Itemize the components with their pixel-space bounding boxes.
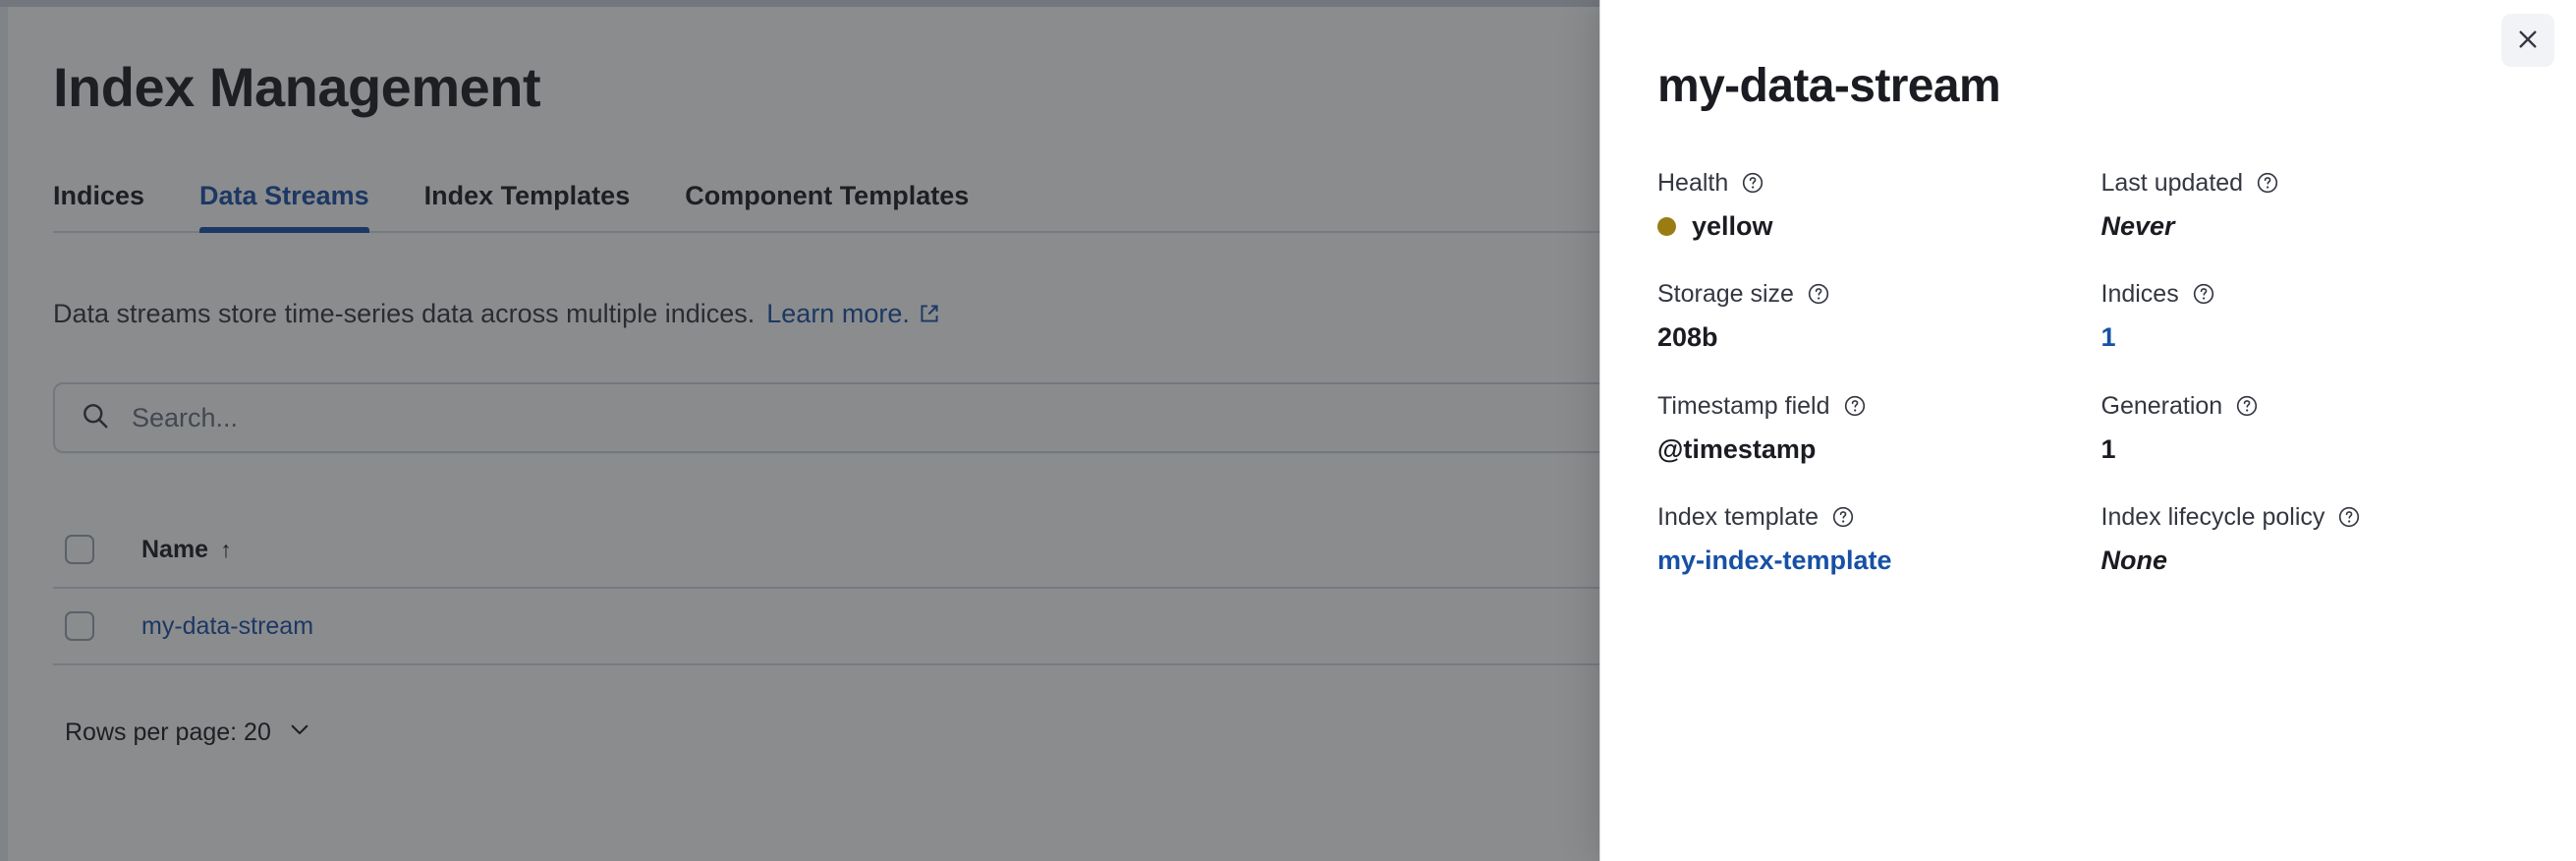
detail-item-index-template: Index template my-index-template: [1657, 502, 2076, 576]
detail-label-index-template: Index template: [1657, 502, 2076, 532]
modal-overlay[interactable]: [0, 0, 1599, 861]
detail-label-indices: Indices: [2101, 279, 2520, 309]
detail-item-last-updated: Last updated Never: [2101, 168, 2520, 242]
question-in-circle-icon[interactable]: [1843, 394, 1867, 418]
detail-value-health: yellow: [1657, 210, 2076, 242]
close-icon: [2515, 27, 2541, 55]
detail-label-index-lifecycle-policy: Index lifecycle policy: [2101, 502, 2520, 532]
detail-label-generation-text: Generation: [2101, 391, 2223, 421]
detail-value-health-text: yellow: [1692, 210, 1773, 242]
detail-label-timestamp-field-text: Timestamp field: [1657, 391, 1830, 421]
detail-value-index-lifecycle-policy: None: [2101, 545, 2520, 576]
detail-label-last-updated: Last updated: [2101, 168, 2520, 198]
close-button[interactable]: [2501, 14, 2554, 67]
detail-label-index-lifecycle-policy-text: Index lifecycle policy: [2101, 502, 2325, 532]
detail-grid: Health yellow Last: [1657, 168, 2519, 614]
detail-value-storage-size: 208b: [1657, 321, 2076, 353]
question-in-circle-icon[interactable]: [2256, 171, 2279, 195]
detail-item-index-lifecycle-policy: Index lifecycle policy None: [2101, 502, 2520, 576]
flyout-title: my-data-stream: [1657, 59, 2519, 113]
question-in-circle-icon[interactable]: [2235, 394, 2259, 418]
question-in-circle-icon[interactable]: [1807, 282, 1830, 306]
question-in-circle-icon[interactable]: [1741, 171, 1764, 195]
detail-value-timestamp-field: @timestamp: [1657, 433, 2076, 465]
data-stream-detail-flyout: my-data-stream Health yellow: [1599, 0, 2576, 861]
detail-label-indices-text: Indices: [2101, 279, 2179, 309]
detail-label-generation: Generation: [2101, 391, 2520, 421]
detail-item-timestamp-field: Timestamp field @timestamp: [1657, 391, 2076, 465]
detail-label-last-updated-text: Last updated: [2101, 168, 2244, 198]
detail-value-last-updated: Never: [2101, 210, 2520, 242]
question-in-circle-icon[interactable]: [2337, 505, 2361, 529]
detail-label-health: Health: [1657, 168, 2076, 198]
detail-value-generation: 1: [2101, 433, 2520, 465]
detail-label-timestamp-field: Timestamp field: [1657, 391, 2076, 421]
detail-label-index-template-text: Index template: [1657, 502, 1819, 532]
question-in-circle-icon[interactable]: [1831, 505, 1855, 529]
index-management-screen: Index Management Indices Data Streams In…: [0, 0, 2576, 861]
detail-label-health-text: Health: [1657, 168, 1728, 198]
detail-label-storage-size: Storage size: [1657, 279, 2076, 309]
detail-item-storage-size: Storage size 208b: [1657, 279, 2076, 353]
question-in-circle-icon[interactable]: [2192, 282, 2215, 306]
detail-value-index-template[interactable]: my-index-template: [1657, 545, 2076, 576]
detail-item-health: Health yellow: [1657, 168, 2076, 242]
detail-item-indices: Indices 1: [2101, 279, 2520, 353]
health-dot-icon: [1657, 217, 1676, 236]
detail-label-storage-size-text: Storage size: [1657, 279, 1794, 309]
detail-value-indices[interactable]: 1: [2101, 321, 2520, 353]
detail-item-generation: Generation 1: [2101, 391, 2520, 465]
